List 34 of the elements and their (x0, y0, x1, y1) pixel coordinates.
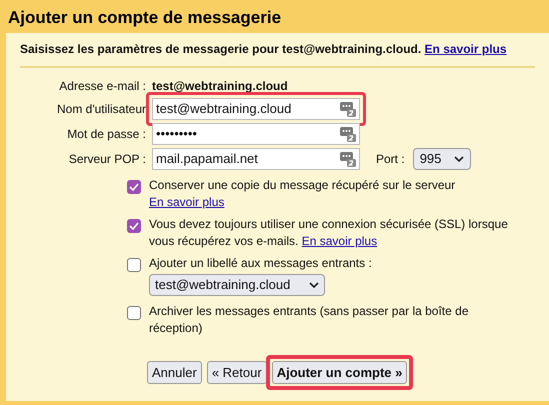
email-label: Adresse e-mail : (58, 78, 146, 95)
field-label: Nom d'utilisateur (56, 101, 146, 118)
learn-more-link[interactable]: En savoir plus (149, 195, 224, 209)
label-select[interactable]: test@webtraining.cloud (149, 274, 325, 296)
dialog-button[interactable]: Ajouter un compte » (272, 361, 408, 384)
option-text: Vous devez toujours utiliser une connexion sécurisée (SSL) lorsque vous récupérez vos e-mails. En savoir plus (149, 216, 509, 250)
intro-text: Saisissez les paramètres de messagerie pour test@webtraining.cloud. En savoir plus (20, 41, 508, 58)
text-field[interactable]: test@webtraining.cloud (152, 98, 360, 120)
checkmark-icon (129, 222, 139, 230)
learn-more-link[interactable]: En savoir plus (424, 42, 507, 56)
text-field[interactable]: mail.papamail.net (152, 148, 360, 170)
option-text: Conserver une copie du message récupéré sur le serveur En savoir plus (149, 177, 456, 211)
email-value: test@webtraining.cloud (152, 78, 289, 95)
password-manager-icon[interactable] (340, 151, 356, 167)
checkmark-icon (129, 183, 139, 191)
dialog-button[interactable]: « Retour (206, 361, 267, 384)
checkbox[interactable] (127, 180, 141, 194)
learn-more-link[interactable]: En savoir plus (302, 234, 378, 248)
field-label: Serveur POP : (68, 151, 146, 168)
dialog-button[interactable]: Annuler (147, 361, 202, 384)
password-manager-icon[interactable] (340, 101, 356, 117)
checkbox[interactable] (127, 219, 141, 233)
caret-icon (309, 282, 319, 288)
port-label: Port : (376, 151, 405, 168)
checkbox[interactable] (127, 306, 141, 320)
option-text: Archiver les messages entrants (sans passer par la boîte de réception) (149, 303, 470, 337)
password-manager-icon[interactable] (340, 126, 356, 142)
text-field[interactable]: ••••••••• (152, 123, 360, 145)
checkbox[interactable] (127, 258, 141, 272)
window-title: Ajouter un compte de messagerie (7, 7, 282, 29)
port-select[interactable]: 995 (412, 148, 471, 170)
field-label: Mot de passe : (66, 126, 146, 143)
option-text: Ajouter un libellé aux messages entrants : (149, 255, 372, 272)
caret-icon (454, 156, 464, 162)
